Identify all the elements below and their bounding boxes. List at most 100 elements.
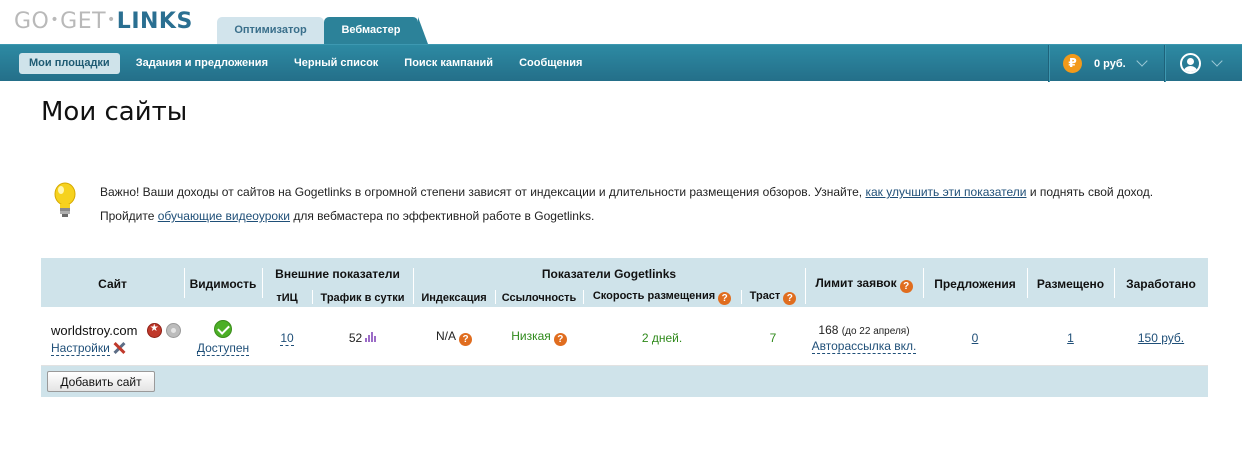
- column-divider: [583, 290, 584, 304]
- table-footer: Добавить сайт: [41, 366, 1208, 397]
- ruble-icon: ₽: [1063, 54, 1082, 73]
- column-divider: [413, 268, 414, 304]
- chevron-down-icon: [1136, 55, 1148, 67]
- header-trust: Траст?: [741, 290, 805, 305]
- top-bar: GO•GET•LINKS Оптимизатор Вебмастер: [0, 0, 1242, 44]
- user-avatar-icon: [1180, 53, 1201, 74]
- linkiness-value: Низкая: [511, 329, 551, 343]
- visibility-status[interactable]: Доступен: [196, 341, 250, 356]
- header-limit: Лимит заявок?: [805, 276, 923, 293]
- column-divider: [262, 268, 263, 298]
- notice-text-part: для вебмастера по эффективной работе в G…: [290, 209, 595, 223]
- column-divider: [495, 290, 496, 304]
- help-icon[interactable]: ?: [553, 333, 567, 346]
- column-divider: [741, 290, 742, 304]
- header-limit-label: Лимит заявок: [815, 276, 897, 290]
- logo-dot: •: [50, 12, 60, 28]
- header-speed: Скорость размещения?: [583, 290, 741, 305]
- user-menu[interactable]: [1180, 52, 1223, 75]
- star-badge-icon[interactable]: [146, 323, 162, 338]
- lightbulb-icon: [54, 182, 76, 217]
- balance-value: 0 руб.: [1094, 57, 1126, 70]
- medal-icon[interactable]: [165, 323, 181, 338]
- column-divider: [923, 268, 924, 298]
- nav-divider: [1048, 45, 1049, 82]
- improve-metrics-link[interactable]: как улучшить эти показатели: [865, 185, 1026, 199]
- video-tutorials-link[interactable]: обучающие видеоуроки: [158, 209, 290, 223]
- earned-link[interactable]: 150 руб.: [1138, 331, 1184, 345]
- nav-tasks-offers[interactable]: Задания и предложения: [126, 53, 278, 74]
- header-earned: Заработано: [1126, 277, 1196, 291]
- header-tic: тИЦ: [276, 292, 298, 304]
- role-tabs: Оптимизатор Вебмастер: [217, 17, 428, 44]
- column-divider: [1027, 268, 1028, 298]
- logo-dot: •: [107, 12, 116, 28]
- help-icon[interactable]: ?: [459, 333, 472, 346]
- autosend-cell: Авторассылка вкл.: [805, 339, 923, 354]
- trust-cell: 7: [741, 331, 805, 345]
- tic-value[interactable]: 10: [280, 331, 294, 346]
- logo-part-links: LINKS: [116, 9, 193, 34]
- linkiness-cell: Низкая?: [495, 329, 583, 346]
- autosend-toggle[interactable]: Авторассылка вкл.: [811, 339, 917, 354]
- logo-part-go: GO: [14, 9, 50, 34]
- column-divider: [184, 268, 185, 298]
- header-traffic: Трафик в сутки: [320, 292, 405, 304]
- trust-value: 7: [769, 331, 777, 345]
- nav-divider: [1164, 45, 1165, 82]
- limit-cell: 168 (до 22 апреля): [805, 323, 923, 337]
- notice-text: Важно! Ваши доходы от сайтов на Gogetlin…: [100, 180, 1180, 228]
- site-domain: worldstroy.com: [51, 323, 138, 338]
- limit-note: (до 22 апреля): [841, 326, 910, 337]
- help-icon[interactable]: ?: [899, 280, 913, 293]
- site-settings: Настройки: [51, 341, 126, 356]
- nav-messages[interactable]: Сообщения: [509, 53, 592, 74]
- header-linkiness: Ссылочность: [501, 292, 577, 304]
- nav-my-sites[interactable]: Мои площадки: [19, 53, 120, 74]
- visibility-cell: [184, 320, 262, 341]
- header-indexing: Индексация: [421, 292, 487, 304]
- gogetlinks-logo[interactable]: GO•GET•LINKS: [14, 9, 193, 34]
- balance-dropdown[interactable]: ₽ 0 руб.: [1063, 53, 1148, 74]
- header-visibility: Видимость: [189, 277, 257, 291]
- column-divider: [805, 268, 806, 304]
- stats-chart-icon[interactable]: [365, 332, 377, 342]
- table-header: Сайт Видимость Внешние показатели тИЦ Тр…: [41, 258, 1208, 307]
- offers-cell: 0: [923, 331, 1027, 345]
- tab-optimizer[interactable]: Оптимизатор: [217, 17, 324, 44]
- notice-text-part: Важно! Ваши доходы от сайтов на Gogetlin…: [100, 185, 866, 199]
- column-divider: [312, 290, 313, 304]
- chevron-down-icon: [1211, 55, 1223, 67]
- nav-items: Мои площадки Задания и предложения Черны…: [19, 53, 598, 74]
- tic-cell: 10: [262, 331, 312, 346]
- tab-webmaster[interactable]: Вебмастер: [324, 17, 428, 44]
- header-speed-label: Скорость размещения: [592, 290, 716, 302]
- header-placed: Размещено: [1036, 277, 1105, 291]
- nav-blacklist[interactable]: Черный список: [284, 53, 388, 74]
- main-nav: Мои площадки Задания и предложения Черны…: [0, 44, 1242, 82]
- placed-link[interactable]: 1: [1067, 331, 1074, 345]
- traffic-cell: 52: [312, 331, 413, 345]
- earned-cell: 150 руб.: [1114, 331, 1208, 345]
- help-icon[interactable]: ?: [718, 292, 732, 305]
- limit-value: 168: [818, 323, 839, 337]
- add-site-button[interactable]: Добавить сайт: [47, 371, 155, 392]
- indexing-value: N/A: [435, 329, 456, 343]
- logo-part-get: GET: [60, 9, 107, 34]
- site-settings-link[interactable]: Настройки: [51, 341, 110, 356]
- site-cell: worldstroy.com: [51, 323, 181, 338]
- speed-value: 2 дней.: [641, 331, 683, 345]
- column-divider: [1114, 268, 1115, 298]
- tools-icon[interactable]: [112, 341, 126, 355]
- placed-cell: 1: [1027, 331, 1114, 345]
- page-title: Мои сайты: [41, 97, 188, 127]
- nav-campaign-search[interactable]: Поиск кампаний: [394, 53, 503, 74]
- offers-link[interactable]: 0: [972, 331, 979, 345]
- traffic-value: 52: [348, 331, 363, 345]
- indexing-cell: N/A?: [413, 329, 495, 346]
- help-icon[interactable]: ?: [783, 292, 797, 305]
- header-external: Внешние показатели: [275, 267, 400, 281]
- header-offers: Предложения: [934, 277, 1016, 291]
- header-gogetlinks: Показатели Gogetlinks: [541, 267, 677, 281]
- table-row: worldstroy.com Настройки Доступен 10 52 …: [41, 307, 1208, 366]
